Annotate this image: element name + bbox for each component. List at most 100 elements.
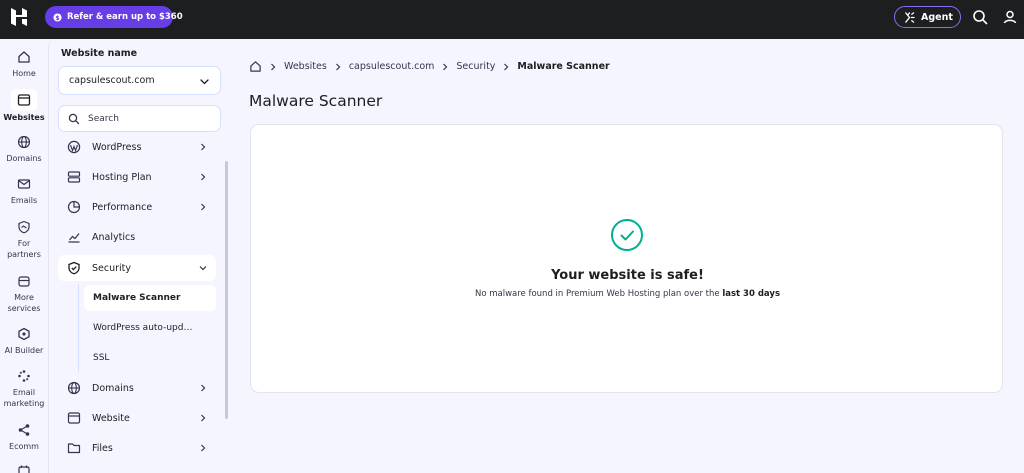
rail-label: Domains [6, 154, 42, 163]
scan-result-card: Your website is safe! No malware found i… [250, 124, 1003, 393]
sidebar-subitem-wordpress-auto-updates[interactable]: WordPress auto-upd… [84, 315, 216, 341]
sidebar-item-label: Website [92, 412, 130, 424]
subitem-label: Malware Scanner [93, 293, 181, 303]
main-content: Websites capsulescout.com Security Malwa… [229, 39, 1024, 473]
search-icon[interactable] [971, 8, 989, 26]
ai-builder-icon [16, 326, 32, 342]
browser-icon [67, 411, 81, 425]
submenu-guide-line [78, 284, 79, 372]
search-placeholder: Search [88, 113, 119, 124]
rail-item-emails[interactable]: Emails [0, 176, 48, 207]
sidebar-item-website[interactable]: Website [58, 405, 216, 431]
check-circle-icon [610, 218, 644, 252]
search-icon [68, 113, 80, 125]
chevron-right-icon [198, 413, 208, 423]
breadcrumb-current: Malware Scanner [517, 61, 610, 72]
status-desc-text: No malware found in Premium Web Hosting … [474, 289, 720, 299]
sidebar-search-input[interactable]: Search [58, 105, 221, 132]
chevron-right-icon [198, 172, 208, 182]
rail-label: More services [7, 293, 41, 313]
browser-icon [11, 89, 37, 111]
rail-item-email-marketing[interactable]: Email marketing [0, 368, 48, 409]
sidebar-item-label: Analytics [92, 231, 136, 243]
status-period: last 30 days [722, 289, 781, 299]
rail-item-for-partners[interactable]: For partners [0, 219, 48, 260]
chevron-right-icon [198, 142, 208, 152]
subitem-label: WordPress auto-upd… [93, 323, 193, 333]
sidebar-item-label: Files [92, 442, 113, 454]
top-bar: $ Refer & earn up to $360 Agent [0, 0, 1024, 39]
sidebar-subitem-malware-scanner[interactable]: Malware Scanner [84, 285, 216, 311]
mail-icon [16, 176, 32, 192]
sidebar-item-label: Performance [92, 201, 153, 213]
sidebar-item-files[interactable]: Files [58, 435, 216, 461]
subitem-label: SSL [93, 353, 110, 363]
rail-label: Websites [3, 113, 45, 122]
rail-item-domains[interactable]: Domains [0, 134, 48, 165]
rail-label: AI Builder [4, 346, 44, 355]
ecomm-icon [16, 422, 32, 438]
sidebar-item-label: Security [92, 262, 132, 274]
dollar-icon: $ [53, 12, 62, 22]
chevron-right-icon [441, 63, 449, 71]
pie-chart-icon [67, 200, 81, 214]
wordpress-icon [67, 140, 81, 154]
sidebar-item-performance[interactable]: Performance [58, 194, 216, 220]
sidebar-subitem-ssl[interactable]: SSL [84, 345, 216, 371]
website-select[interactable]: capsulescout.com [58, 66, 221, 95]
chevron-right-icon [334, 63, 342, 71]
folder-icon [67, 441, 81, 455]
chevron-right-icon [502, 63, 510, 71]
chevron-down-icon [199, 76, 210, 87]
chevron-right-icon [198, 383, 208, 393]
hostinger-logo-icon[interactable] [8, 6, 30, 28]
rail-label: Ecomm [9, 442, 39, 451]
sidebar-scrollbar[interactable] [225, 161, 228, 419]
refer-label: Refer & earn up to $360 [67, 12, 183, 22]
calendar-icon [16, 463, 32, 473]
sidebar-item-label: WordPress [92, 141, 142, 153]
website-name-label: Website name [61, 48, 138, 59]
sparkle-icon [904, 11, 915, 23]
rail-label: Emails [10, 196, 38, 205]
chevron-right-icon [198, 202, 208, 212]
chevron-right-icon [198, 443, 208, 453]
agent-button[interactable]: Agent [894, 6, 961, 28]
rail-label: For partners [7, 239, 41, 259]
rail-item-ecomm[interactable]: Ecomm [0, 422, 48, 453]
trend-chart-icon [67, 230, 81, 244]
sidebar-item-security[interactable]: Security [58, 255, 216, 281]
selected-site: capsulescout.com [69, 75, 155, 86]
rail-item-websites[interactable]: Websites [0, 89, 48, 124]
home-icon[interactable] [249, 60, 262, 73]
home-icon [16, 49, 32, 65]
rail-label: Home [12, 69, 36, 78]
website-sidebar: Website name capsulescout.com Search Wor… [48, 39, 229, 473]
sidebar-item-analytics[interactable]: Analytics [58, 224, 216, 250]
globe-icon [67, 381, 81, 395]
sidebar-item-domains[interactable]: Domains [58, 375, 216, 401]
sidebar-item-label: Hosting Plan [92, 171, 152, 183]
status-title: Your website is safe! [551, 268, 704, 283]
page-title: Malware Scanner [249, 92, 383, 110]
email-marketing-icon [16, 368, 32, 384]
agent-label: Agent [921, 11, 953, 23]
rail-item-ai-builder[interactable]: AI Builder [0, 326, 48, 357]
breadcrumb-link-security[interactable]: Security [456, 61, 495, 72]
svg-text:$: $ [55, 14, 59, 21]
breadcrumb-link-websites[interactable]: Websites [284, 61, 327, 72]
server-icon [67, 170, 81, 184]
breadcrumb-link-site[interactable]: capsulescout.com [349, 61, 435, 72]
sidebar-item-hosting-plan[interactable]: Hosting Plan [58, 164, 216, 190]
refer-earn-button[interactable]: $ Refer & earn up to $360 [45, 6, 183, 28]
status-description: No malware found in Premium Web Hosting … [251, 289, 1004, 299]
user-icon[interactable] [1001, 8, 1019, 26]
rail-item-more[interactable] [0, 463, 48, 473]
sidebar-item-wordpress[interactable]: WordPress [58, 134, 216, 160]
chevron-down-icon [198, 263, 208, 273]
rail-label: Email marketing [3, 388, 45, 408]
rail-item-more-services[interactable]: More services [0, 273, 48, 314]
sidebar-item-label: Domains [92, 382, 134, 394]
rail-item-home[interactable]: Home [0, 49, 48, 80]
left-nav-rail: Home Websites Domains Emails For partner… [0, 39, 48, 473]
